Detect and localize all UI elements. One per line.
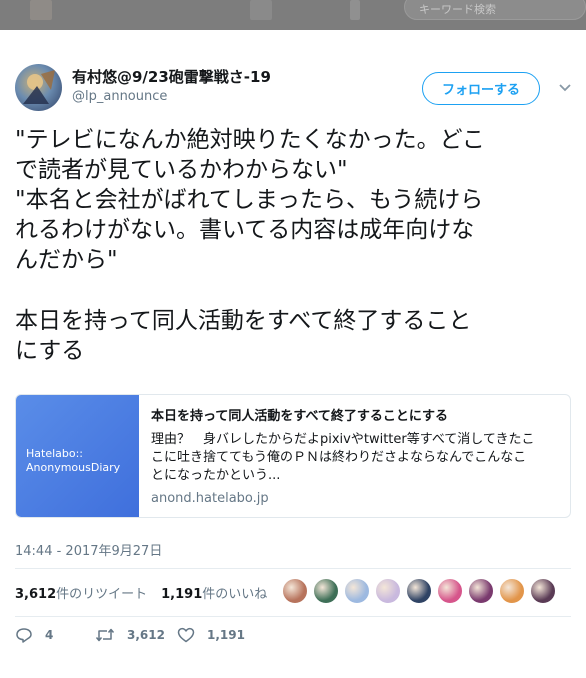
tweet-text-blank-line (15, 275, 575, 306)
like-stat-label: 件のいいね (202, 587, 268, 602)
link-preview-domain: anond.hatelabo.jp (151, 491, 269, 506)
tweet-text-line: んだから" (15, 247, 118, 273)
background-thumbnail (350, 0, 360, 20)
tweet-text: "テレビになんか絶対映りたくなかった。どこ で読者が見ているかわからない" "本… (15, 125, 575, 366)
divider (15, 616, 571, 617)
description-line: こに吐き捨ててもう俺のＰＮは終わりださよならなんでこんなこ (151, 450, 527, 465)
author-avatar[interactable] (15, 64, 62, 111)
divider (15, 568, 571, 569)
liker-avatar[interactable] (406, 578, 432, 604)
like-button[interactable]: 1,191 (177, 627, 245, 643)
tweet-text-line: にする (15, 338, 85, 364)
background-thumbnail (250, 0, 272, 20)
description-line: 理由？ 身バレしたからだよpixivやtwitter等すべて消してきたこ (151, 432, 535, 447)
reply-icon (16, 628, 32, 643)
link-preview-card[interactable]: Hatelabo:: AnonymousDiary 本日を持って同人活動をすべて… (15, 394, 571, 518)
like-count: 1,191 (207, 628, 245, 642)
background-thumbnail (30, 0, 52, 20)
link-preview-thumbnail: Hatelabo:: AnonymousDiary (16, 395, 139, 517)
follow-button[interactable]: フォローする (422, 72, 540, 105)
chevron-down-icon[interactable] (558, 82, 572, 94)
reply-count: 4 (45, 628, 54, 642)
liker-avatar[interactable] (468, 578, 494, 604)
retweet-stat-label: 件のリツイート (56, 587, 148, 602)
liker-avatar[interactable] (282, 578, 308, 604)
tweet-card: 有村悠@9/23砲雷撃戦さ-19 @lp_announce フォローする "テレ… (0, 30, 586, 678)
author-display-name[interactable]: 有村悠@9/23砲雷撃戦さ-19 (72, 66, 271, 87)
tweet-text-line: "テレビになんか絶対映りたくなかった。どこ (15, 127, 485, 153)
background-overlay: キーワード検索 (0, 0, 586, 30)
tweet-timestamp[interactable]: 14:44 - 2017年9月27日 (15, 540, 162, 559)
link-preview-description: 理由？ 身バレしたからだよpixivやtwitter等すべて消してきたこ こに吐… (151, 431, 563, 485)
link-preview-body: 本日を持って同人活動をすべて終了することにする 理由？ 身バレしたからだよpix… (151, 405, 563, 506)
link-preview-title: 本日を持って同人活動をすべて終了することにする (151, 409, 449, 424)
retweet-stat[interactable]: 3,612件のリツイート (15, 587, 147, 602)
liker-avatar[interactable] (499, 578, 525, 604)
tweet-text-line: れるわけがない。書いてる内容は成年向けな (15, 217, 475, 243)
tweet-text-line: 本日を持って同人活動をすべて終了すること (15, 308, 472, 334)
retweet-stat-count: 3,612 (15, 587, 57, 602)
like-stat[interactable]: 1,191件のいいね (161, 587, 267, 602)
tweet-text-line: で読者が見ているかわからない" (15, 157, 348, 183)
author-handle[interactable]: @lp_announce (72, 89, 167, 104)
thumbnail-text: AnonymousDiary (26, 461, 121, 474)
like-stat-count: 1,191 (161, 587, 203, 602)
liker-avatar[interactable] (375, 578, 401, 604)
liker-avatar[interactable] (313, 578, 339, 604)
heart-icon (177, 627, 195, 643)
reply-button[interactable]: 4 (15, 627, 53, 643)
background-search-input: キーワード検索 (404, 0, 586, 20)
description-line: とになったかという... (151, 468, 281, 483)
liker-avatar[interactable] (530, 578, 556, 604)
retweet-button[interactable]: 3,612 (95, 627, 165, 643)
liker-avatar[interactable] (437, 578, 463, 604)
retweet-icon (95, 628, 115, 642)
tweet-text-line: "本名と会社がばれてしまったら、もう続けら (15, 187, 484, 213)
liker-avatar[interactable] (344, 578, 370, 604)
engagement-stats: 3,612件のリツイート 1,191件のいいね (15, 583, 267, 602)
retweet-count: 3,612 (127, 628, 165, 642)
thumbnail-text: Hatelabo:: (26, 447, 84, 460)
